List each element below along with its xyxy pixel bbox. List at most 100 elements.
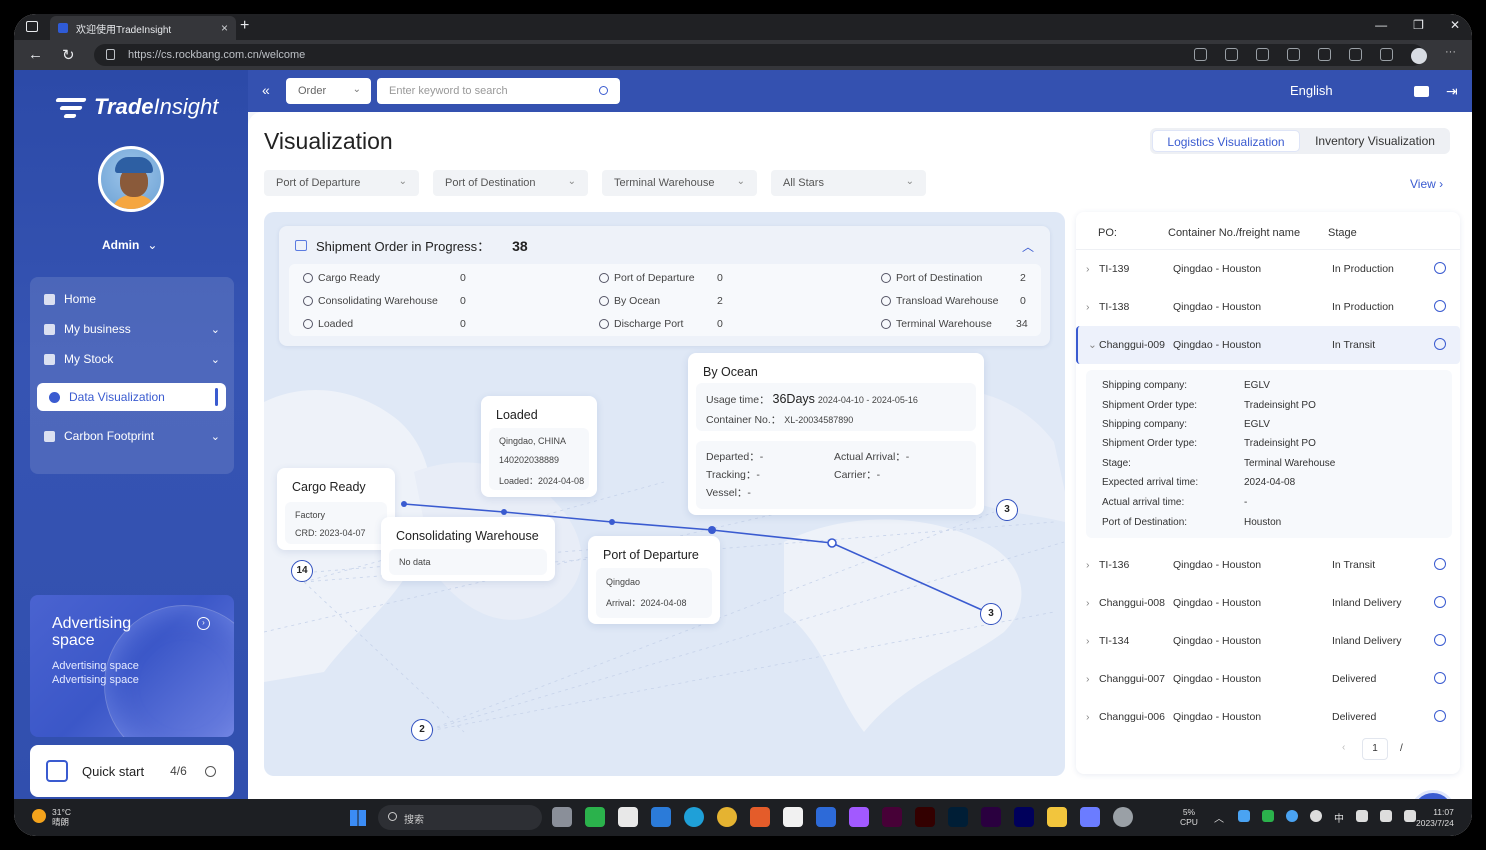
clock[interactable]: 11:07 2023/7/24 — [1416, 807, 1454, 829]
card-loaded[interactable]: Loaded Qingdao, CHINA 140202038889 Loade… — [481, 396, 597, 497]
windows-start-icon[interactable] — [350, 810, 366, 826]
wechat-icon[interactable] — [585, 807, 605, 827]
back-icon[interactable]: ← — [28, 46, 43, 63]
card-port-of-departure[interactable]: Port of Departure Qingdao Arrival：2024-0… — [588, 536, 720, 624]
extensions-icon[interactable] — [1380, 48, 1393, 61]
table-row[interactable]: › TI-139 Qingdao - Houston In Production — [1076, 250, 1460, 288]
avatar[interactable] — [98, 146, 164, 212]
sun-icon[interactable] — [32, 809, 46, 823]
photos-icon[interactable] — [1080, 807, 1100, 827]
taskbar-search[interactable]: 搜索 — [378, 805, 542, 830]
tab-actions-icon[interactable] — [26, 21, 38, 32]
table-row[interactable]: › Changgui-007 Qingdao - Houston Deliver… — [1076, 660, 1460, 698]
filter-terminal-warehouse[interactable]: Terminal Warehouse ⌄ — [602, 170, 757, 196]
ime-indicator[interactable]: 中 — [1334, 810, 1344, 825]
arrow-right-circle-icon[interactable] — [1434, 338, 1446, 350]
collapse-sidebar-icon[interactable]: « — [262, 82, 270, 98]
collections-icon[interactable] — [1349, 48, 1362, 61]
table-row[interactable]: › Changgui-006 Qingdao - Houston Deliver… — [1076, 698, 1460, 736]
quick-start[interactable]: Quick start 4/6 — [30, 745, 234, 797]
language-switch[interactable]: English — [1290, 83, 1333, 98]
arrow-right-circle-icon[interactable]: › — [197, 617, 210, 630]
advertising-card[interactable]: Advertising space Advertising space Adve… — [30, 595, 234, 737]
edge-icon[interactable] — [684, 807, 704, 827]
file-app-icon[interactable] — [552, 807, 572, 827]
battery-icon[interactable] — [1404, 810, 1416, 822]
sidebar-item-data-visualization[interactable]: Data Visualization — [37, 383, 226, 411]
logout-icon[interactable]: ⇥ — [1446, 83, 1458, 100]
xd-icon[interactable] — [882, 807, 902, 827]
new-tab-icon[interactable]: + — [240, 17, 249, 35]
filter-all-stars[interactable]: All Stars ⌄ — [771, 170, 926, 196]
chrome-icon[interactable] — [717, 807, 737, 827]
illustrator-icon[interactable] — [915, 807, 935, 827]
arrow-right-circle-icon[interactable] — [1434, 300, 1446, 312]
wechat-tray-icon[interactable] — [1262, 810, 1274, 822]
map-pin[interactable]: 3 — [980, 603, 1002, 625]
arrow-right-circle-icon[interactable] — [1434, 558, 1446, 570]
table-row-selected[interactable]: ⌄ Changgui-009 Qingdao - Houston In Tran… — [1076, 326, 1460, 364]
arrow-right-circle-icon[interactable] — [1434, 262, 1446, 274]
filter-port-of-destination[interactable]: Port of Destination ⌄ — [433, 170, 588, 196]
read-aloud-icon[interactable] — [1194, 48, 1207, 61]
mail-icon[interactable] — [1414, 86, 1429, 97]
volume-icon[interactable] — [1380, 810, 1392, 822]
xmind-icon[interactable] — [783, 807, 803, 827]
close-tab-icon[interactable]: × — [221, 21, 228, 35]
premiere-icon[interactable] — [981, 807, 1001, 827]
cpu-meter[interactable]: 5% CPU — [1180, 807, 1198, 827]
maximize-icon[interactable]: ❐ — [1413, 18, 1424, 32]
chevron-left-icon[interactable]: ‹ — [1342, 742, 1345, 753]
wifi-icon[interactable] — [1356, 810, 1368, 822]
table-row[interactable]: › TI-136 Qingdao - Houston In Transit — [1076, 546, 1460, 584]
app-icon[interactable] — [750, 807, 770, 827]
chevron-up-icon[interactable]: ︿ — [1214, 810, 1226, 825]
favorites-icon[interactable] — [1318, 48, 1331, 61]
arrow-right-circle-icon[interactable] — [1434, 710, 1446, 722]
table-row[interactable]: › Changgui-008 Qingdao - Houston Inland … — [1076, 584, 1460, 622]
favorite-star-icon[interactable] — [1256, 48, 1269, 61]
reload-icon[interactable]: ↻ — [62, 46, 75, 64]
cloud-tray-icon[interactable] — [1310, 810, 1322, 822]
search-icon[interactable] — [599, 86, 608, 95]
tab-inventory-visualization[interactable]: Inventory Visualization — [1302, 130, 1448, 152]
map-pin[interactable]: 2 — [411, 719, 433, 741]
sidebar-item-carbon-footprint[interactable]: Carbon Footprint ⌄ — [44, 426, 224, 446]
sidebar-item-my-stock[interactable]: My Stock ⌄ — [44, 349, 224, 369]
app-icon[interactable] — [816, 807, 836, 827]
order-select[interactable]: Order ⌄ — [286, 78, 371, 104]
after-effects-icon[interactable] — [1014, 807, 1034, 827]
weather-widget[interactable]: 31°C 晴朗 — [52, 807, 71, 827]
tray-app-icon[interactable] — [1238, 810, 1250, 822]
arrow-right-circle-icon[interactable] — [1434, 672, 1446, 684]
page-number[interactable]: 1 — [1362, 738, 1388, 760]
user-menu[interactable]: Admin ⌄ — [102, 238, 157, 252]
refresh-extension-icon[interactable] — [1287, 48, 1300, 61]
card-cargo-ready[interactable]: Cargo Ready Factory CRD: 2023-04-07 — [277, 468, 395, 550]
arrow-right-circle-icon[interactable] — [1434, 596, 1446, 608]
table-row[interactable]: › TI-134 Qingdao - Houston Inland Delive… — [1076, 622, 1460, 660]
arrow-right-circle-icon[interactable] — [204, 765, 216, 777]
figma-icon[interactable] — [849, 807, 869, 827]
map-pin[interactable]: 3 — [996, 499, 1018, 521]
sidebar-item-home[interactable]: Home — [44, 289, 224, 309]
filter-port-of-departure[interactable]: Port of Departure ⌄ — [264, 170, 419, 196]
feishu-icon[interactable] — [651, 807, 671, 827]
search-input[interactable]: Enter keyword to search — [377, 78, 620, 104]
arrow-right-circle-icon[interactable] — [1434, 634, 1446, 646]
view-link[interactable]: View › — [1410, 177, 1443, 191]
table-row[interactable]: › TI-138 Qingdao - Houston In Production — [1076, 288, 1460, 326]
sidebar-item-my-business[interactable]: My business ⌄ — [44, 319, 224, 339]
card-by-ocean[interactable]: By Ocean Usage time： 36Days 2024-04-10 -… — [688, 353, 984, 515]
profile-icon[interactable] — [1411, 48, 1427, 64]
map-pin[interactable]: 14 — [291, 560, 313, 582]
tray-app-icon[interactable] — [1286, 810, 1298, 822]
minimize-icon[interactable]: — — [1375, 18, 1387, 32]
more-icon[interactable]: ··· — [1445, 47, 1458, 61]
close-window-icon[interactable]: ✕ — [1450, 18, 1460, 32]
folder-icon[interactable] — [1047, 807, 1067, 827]
photoshop-icon[interactable] — [948, 807, 968, 827]
browser-tab[interactable]: 欢迎使用TradeInsight × — [50, 16, 236, 40]
settings-gear-icon[interactable] — [1113, 807, 1133, 827]
puzzle-app-icon[interactable] — [618, 807, 638, 827]
